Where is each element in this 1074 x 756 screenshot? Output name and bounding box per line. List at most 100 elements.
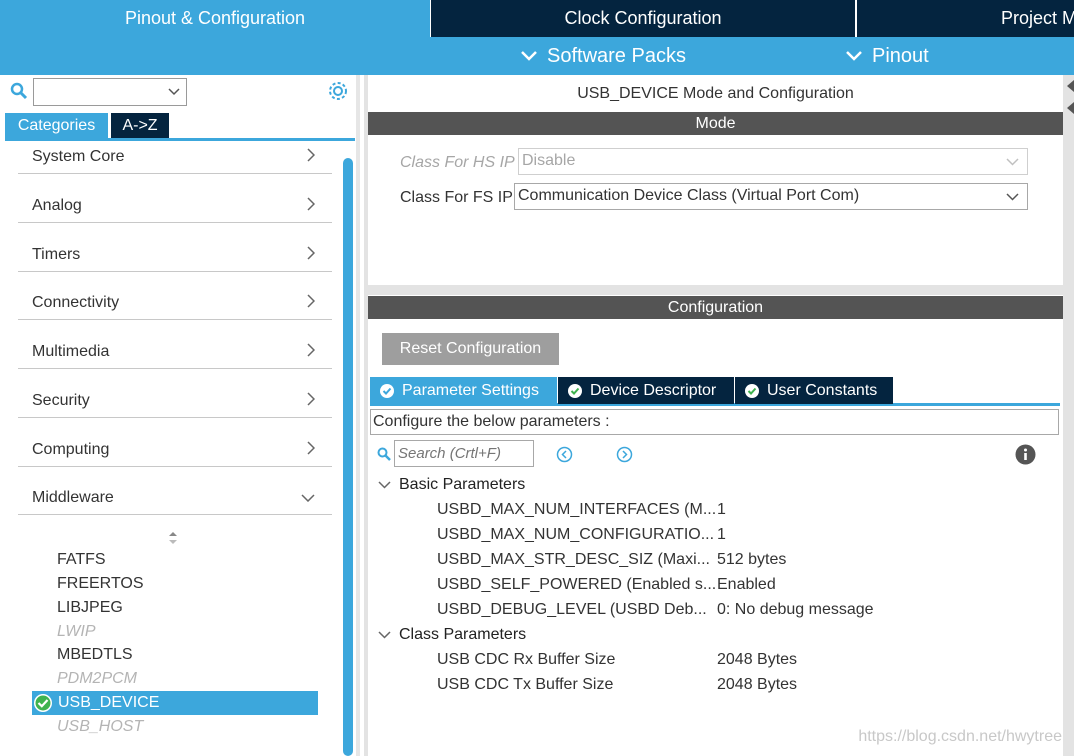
group-label: Basic Parameters [399,476,526,493]
category-label: Analog [32,197,82,214]
search-combo[interactable] [33,78,187,106]
check-circle-icon [380,383,394,398]
mode-section-header: Mode [368,112,1063,135]
middleware-lwip[interactable]: LWIP [57,623,96,641]
chevron-right-icon [307,246,315,260]
group-label: Class Parameters [399,626,527,643]
chevron-down-icon [1006,193,1019,201]
middleware-label: USB_DEVICE [58,694,160,711]
tab-clock-configuration[interactable]: Clock Configuration [431,0,855,37]
reset-configuration-button[interactable]: Reset Configuration [382,333,559,365]
mode-panel [368,75,1063,285]
param-name: USB CDC Tx Buffer Size [437,676,614,693]
gear-icon[interactable] [327,80,349,107]
param-value[interactable]: Enabled [717,576,776,594]
parameters-description: Configure the below parameters : [370,409,1059,435]
param-value[interactable]: 1 [717,526,726,544]
param-value[interactable]: 2048 Bytes [717,676,797,694]
tab-parameter-settings[interactable]: Parameter Settings [370,377,557,404]
category-analog[interactable]: Analog [18,193,332,223]
category-label: Security [32,392,90,409]
pinout-menu[interactable]: Pinout [846,37,929,75]
tab-label: User Constants [767,381,878,399]
chevron-down-icon [1006,158,1019,166]
watermark: https://blog.csdn.net/hwytree [858,728,1062,745]
parameter-tabs: Parameter Settings Device Descriptor Use… [370,377,1060,406]
param-name: USB CDC Rx Buffer Size [437,651,616,668]
info-icon[interactable] [1015,444,1036,465]
tab-label: A->Z [122,116,158,134]
tab-label: Device Descriptor [590,381,717,399]
hs-class-select[interactable]: Disable [518,148,1028,175]
param-name: USBD_MAX_STR_DESC_SIZ (Maxi... [437,551,710,568]
category-connectivity[interactable]: Connectivity [18,290,332,320]
previous-icon[interactable] [556,446,573,463]
tab-user-constants[interactable]: User Constants [735,377,893,404]
param-value[interactable]: 512 bytes [717,551,786,569]
chevron-right-icon [307,148,315,162]
next-icon[interactable] [616,446,633,463]
chevron-right-icon [307,441,315,455]
category-timers[interactable]: Timers [18,242,332,272]
middleware-fatfs[interactable]: FATFS [57,551,106,569]
software-packs-menu[interactable]: Software Packs [521,37,686,75]
tab-pinout-configuration[interactable]: Pinout & Configuration [0,0,430,37]
middleware-usb-host[interactable]: USB_HOST [57,718,143,736]
param-name: USBD_DEBUG_LEVEL (USBD Deb... [437,601,707,618]
check-circle-icon [568,383,582,398]
tab-label: Pinout & Configuration [124,8,306,28]
search-icon [377,447,391,461]
middleware-libjpeg[interactable]: LIBJPEG [57,599,123,617]
pinout-label: Pinout [872,44,929,67]
category-computing[interactable]: Computing [18,437,332,467]
param-name: USBD_SELF_POWERED (Enabled s... [437,576,715,593]
category-middleware[interactable]: Middleware [18,485,332,515]
param-value[interactable]: 1 [717,501,726,519]
chevron-down-icon [846,51,862,61]
tab-label: Clock Configuration [564,8,722,28]
class-parameters-group[interactable]: Class Parameters [378,626,526,644]
sub-toolbar: Software Packs Pinout [0,37,1074,75]
category-multimedia[interactable]: Multimedia [18,339,332,369]
hs-class-value: Disable [522,152,576,169]
param-value[interactable]: 0: No debug message [717,601,874,619]
middleware-usb-device[interactable]: USB_DEVICE [32,691,318,715]
fs-class-label: Class For FS IP [400,189,513,206]
middleware-freertos[interactable]: FREERTOS [57,575,144,593]
basic-parameters-group[interactable]: Basic Parameters [378,476,525,494]
category-security[interactable]: Security [18,388,332,418]
param-name: USBD_MAX_NUM_INTERFACES (M... [437,501,715,518]
hs-class-label: Class For HS IP [400,154,515,171]
chevron-down-icon [301,494,315,502]
check-circle-icon [34,694,52,712]
tab-device-descriptor[interactable]: Device Descriptor [558,377,734,404]
parameter-search-input[interactable] [394,440,534,467]
chevron-right-icon [307,343,315,357]
param-value[interactable]: 2048 Bytes [717,651,797,669]
category-label: Computing [32,441,110,458]
chevron-right-icon [307,294,315,308]
param-name: USBD_MAX_NUM_CONFIGURATIO... [437,526,715,543]
category-label: Timers [32,246,81,263]
tab-categories[interactable]: Categories [5,113,108,138]
sort-icon[interactable] [168,531,178,545]
tab-label: Categories [17,116,96,134]
left-scrollbar[interactable] [343,158,353,756]
middleware-pdm2pcm[interactable]: PDM2PCM [57,670,137,688]
tab-a-z[interactable]: A->Z [111,113,169,138]
tab-project-manager[interactable]: Project M [857,0,1074,37]
middleware-mbedtls[interactable]: MBEDTLS [57,646,133,664]
collapse-arrow-icon[interactable] [1066,78,1074,118]
fs-class-select[interactable]: Communication Device Class (Virtual Port… [514,183,1028,210]
category-label: Multimedia [32,343,110,360]
chevron-down-icon [168,88,180,96]
chevron-down-icon [378,481,391,489]
page-title: USB_DEVICE Mode and Configuration [577,85,854,102]
software-packs-label: Software Packs [547,44,686,67]
fs-class-value: Communication Device Class (Virtual Port… [518,187,860,204]
tab-label: Project M [1001,8,1074,28]
chevron-down-icon [378,631,391,639]
category-system-core[interactable]: System Core [18,144,332,174]
chevron-right-icon [307,197,315,211]
chevron-down-icon [521,51,537,61]
